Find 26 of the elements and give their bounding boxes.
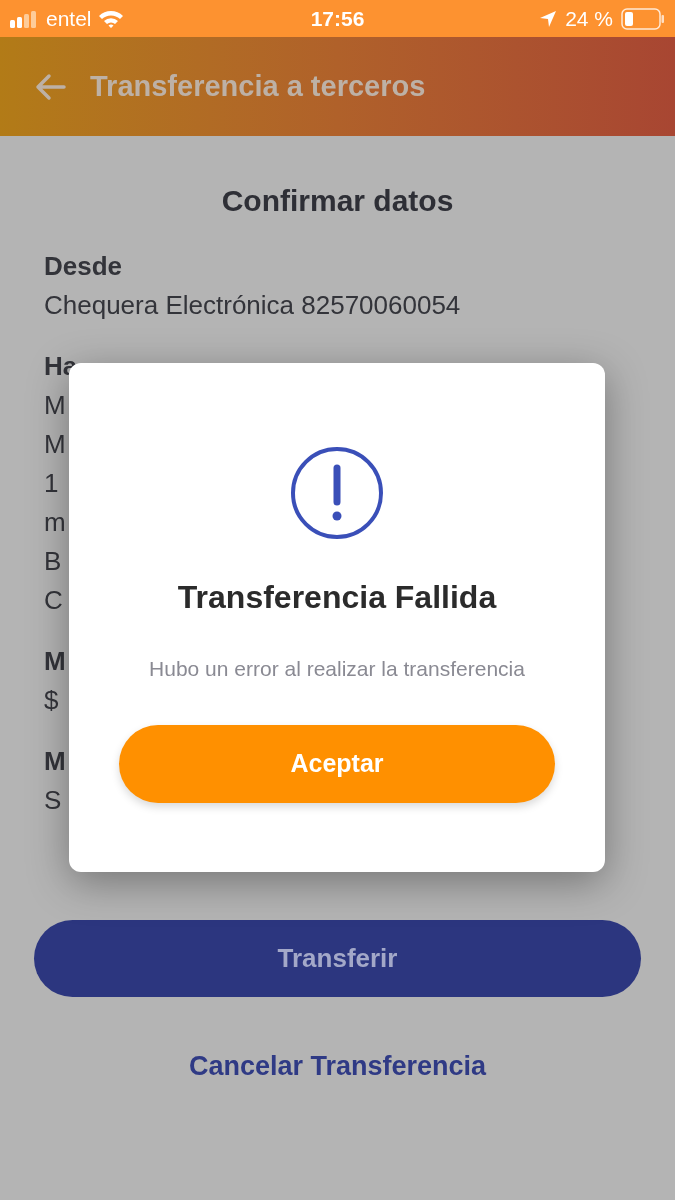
battery-percentage: 24 % xyxy=(565,5,613,32)
field-label: Desde xyxy=(44,250,123,283)
field-value: M xyxy=(44,389,66,422)
battery-icon xyxy=(621,7,665,30)
screen-title: Transferencia a terceros xyxy=(90,68,426,104)
field-value: B xyxy=(44,545,62,578)
field-label: M xyxy=(44,745,66,778)
field-value: m xyxy=(44,506,66,539)
field-value: C xyxy=(44,584,63,617)
back-arrow-icon[interactable] xyxy=(34,72,66,101)
location-arrow-icon xyxy=(539,9,558,28)
field-value: M xyxy=(44,428,66,461)
wifi-icon xyxy=(97,8,124,29)
field-value: $ xyxy=(44,684,59,717)
field-label: M xyxy=(44,645,66,678)
clock-time: 17:56 xyxy=(310,6,365,30)
field-value: 1 xyxy=(44,467,59,500)
field-value: S xyxy=(44,784,62,817)
field-value: Chequera Electrónica 82570060054 xyxy=(44,289,461,322)
cancel-transfer-link[interactable]: Cancelar Transferencia xyxy=(188,1046,487,1087)
exclamation-circle-icon xyxy=(290,446,384,540)
section-heading: Confirmar datos xyxy=(221,184,454,217)
transfer-button[interactable]: Transferir xyxy=(34,920,641,997)
dialog-title: Transferencia Fallida xyxy=(177,578,497,617)
carrier-name: entel xyxy=(46,5,92,32)
dialog-message: Hubo un error al realizar la transferencia xyxy=(149,656,525,682)
